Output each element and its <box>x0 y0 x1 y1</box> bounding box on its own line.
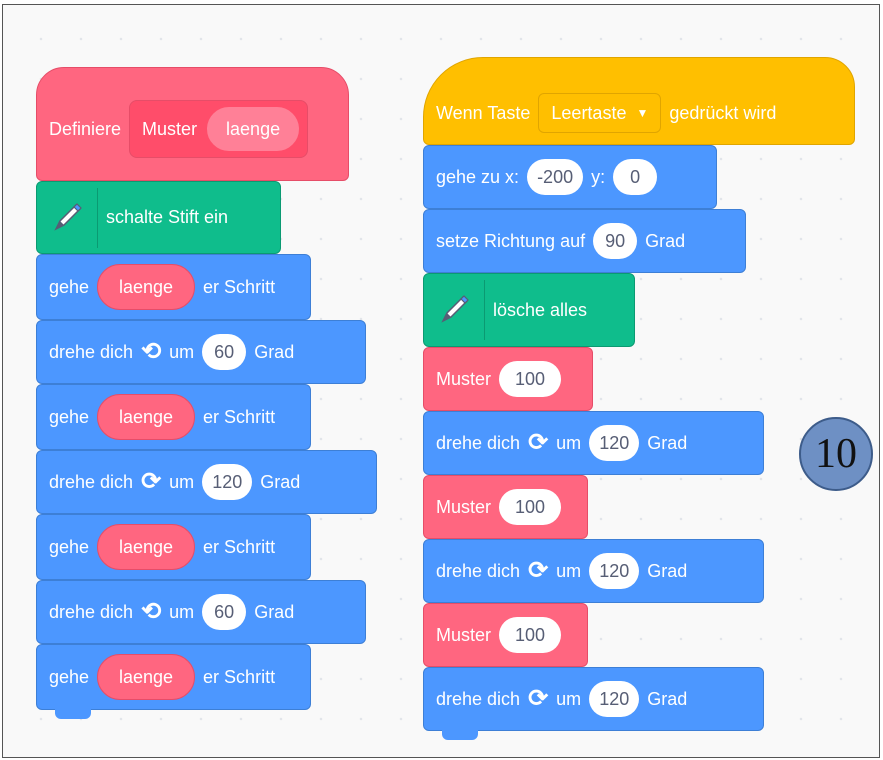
when-key-pressed-block[interactable]: Wenn Taste Leertaste ▼ gedrückt wird <box>423 57 855 145</box>
rotate-left-icon: ⟲ <box>141 598 162 625</box>
move-block-4[interactable]: gehe laenge er Schritt <box>36 644 311 719</box>
um-label: um <box>556 688 582 709</box>
define-name: Muster <box>142 118 198 139</box>
turn-right-block-3[interactable]: drehe dich ⟳ um 120 Grad <box>423 667 764 740</box>
rotate-right-icon: ⟳ <box>528 557 549 584</box>
turn-degrees-input[interactable]: 60 <box>202 334 247 370</box>
stack-notch <box>55 707 91 719</box>
unit-label: Grad <box>647 432 688 453</box>
direction-input[interactable]: 90 <box>593 223 638 259</box>
turn-left-block-1[interactable]: drehe dich ⟲ um 60 Grad <box>36 320 366 384</box>
y-input[interactable]: 0 <box>613 159 658 195</box>
call-name: Muster <box>436 624 492 645</box>
caret-down-icon: ▼ <box>636 106 649 120</box>
move-suffix: er Schritt <box>203 666 276 687</box>
move-label: gehe <box>49 276 90 297</box>
call-value-input[interactable]: 100 <box>499 489 562 525</box>
turn-label: drehe dich <box>49 341 134 362</box>
move-label: gehe <box>49 666 90 687</box>
unit-label: Grad <box>254 601 295 622</box>
param-laenge[interactable]: laenge <box>97 264 196 310</box>
pen-icon <box>37 187 98 248</box>
define-label: Definiere <box>49 118 122 139</box>
turn-right-block-1[interactable]: drehe dich ⟳ um 120 Grad <box>423 411 764 475</box>
pen-icon <box>424 280 485 340</box>
rotate-right-icon: ⟳ <box>528 685 549 712</box>
pen-down-block[interactable]: schalte Stift ein <box>36 181 281 254</box>
um-label: um <box>556 432 582 453</box>
rotate-right-icon: ⟳ <box>141 468 162 495</box>
move-suffix: er Schritt <box>203 406 276 427</box>
turn-label: drehe dich <box>49 471 134 492</box>
define-prototype[interactable]: Muster laenge <box>129 100 309 158</box>
um-label: um <box>169 601 195 622</box>
goto-xy-block[interactable]: gehe zu x: -200 y: 0 <box>423 145 717 209</box>
move-block-3[interactable]: gehe laenge er Schritt <box>36 514 311 580</box>
rotate-left-icon: ⟲ <box>141 338 162 365</box>
muster-call-block-3[interactable]: Muster 100 <box>423 603 588 667</box>
turn-right-block[interactable]: drehe dich ⟳ um 120 Grad <box>36 450 377 514</box>
stack-notch <box>442 728 478 740</box>
y-label: y: <box>591 166 606 187</box>
move-block-2[interactable]: gehe laenge er Schritt <box>36 384 311 450</box>
call-value-input[interactable]: 100 <box>499 361 562 397</box>
define-block[interactable]: Definiere Muster laenge <box>36 67 349 181</box>
direction-label: setze Richtung auf <box>436 230 586 251</box>
turn-degrees-input[interactable]: 120 <box>589 681 640 717</box>
script-area[interactable]: Definiere Muster laenge schalte Stift ei… <box>2 4 880 758</box>
turn-left-block-2[interactable]: drehe dich ⟲ um 60 Grad <box>36 580 366 644</box>
hat-suffix: gedrückt wird <box>669 102 777 123</box>
turn-label: drehe dich <box>436 688 521 709</box>
um-label: um <box>169 341 195 362</box>
turn-label: drehe dich <box>49 601 134 622</box>
call-value-input[interactable]: 100 <box>499 617 562 653</box>
call-name: Muster <box>436 496 492 517</box>
point-direction-block[interactable]: setze Richtung auf 90 Grad <box>423 209 746 273</box>
key-dropdown[interactable]: Leertaste ▼ <box>538 93 662 133</box>
move-suffix: er Schritt <box>203 536 276 557</box>
turn-degrees-input[interactable]: 120 <box>589 553 640 589</box>
move-label: gehe <box>49 406 90 427</box>
unit-label: Grad <box>647 560 688 581</box>
param-laenge[interactable]: laenge <box>97 654 196 700</box>
unit-label: Grad <box>254 341 295 362</box>
turn-label: drehe dich <box>436 560 521 581</box>
rotate-right-icon: ⟳ <box>528 429 549 456</box>
turn-degrees-input[interactable]: 60 <box>202 594 247 630</box>
move-label: gehe <box>49 536 90 557</box>
unit-label: Grad <box>647 688 688 709</box>
clear-block[interactable]: lösche alles <box>423 273 635 347</box>
move-block-1[interactable]: gehe laenge er Schritt <box>36 254 311 320</box>
move-suffix: er Schritt <box>203 276 276 297</box>
unit-label: Grad <box>645 230 686 251</box>
x-input[interactable]: -200 <box>527 159 584 195</box>
call-name: Muster <box>436 368 492 389</box>
turn-degrees-input[interactable]: 120 <box>589 425 640 461</box>
turn-label: drehe dich <box>436 432 521 453</box>
clear-label: lösche alles <box>493 299 588 320</box>
number-badge: 10 <box>799 417 873 491</box>
turn-right-block-2[interactable]: drehe dich ⟳ um 120 Grad <box>423 539 764 603</box>
turn-degrees-input[interactable]: 120 <box>202 464 253 500</box>
goto-label: gehe zu x: <box>436 166 520 187</box>
pen-down-label: schalte Stift ein <box>106 207 229 227</box>
param-laenge[interactable]: laenge <box>207 107 300 151</box>
hat-label: Wenn Taste <box>436 102 531 123</box>
muster-call-block-1[interactable]: Muster 100 <box>423 347 593 411</box>
muster-call-block-2[interactable]: Muster 100 <box>423 475 588 539</box>
key-value: Leertaste <box>551 102 627 123</box>
unit-label: Grad <box>260 471 301 492</box>
param-laenge[interactable]: laenge <box>97 524 196 570</box>
param-laenge[interactable]: laenge <box>97 394 196 440</box>
um-label: um <box>169 471 195 492</box>
um-label: um <box>556 560 582 581</box>
